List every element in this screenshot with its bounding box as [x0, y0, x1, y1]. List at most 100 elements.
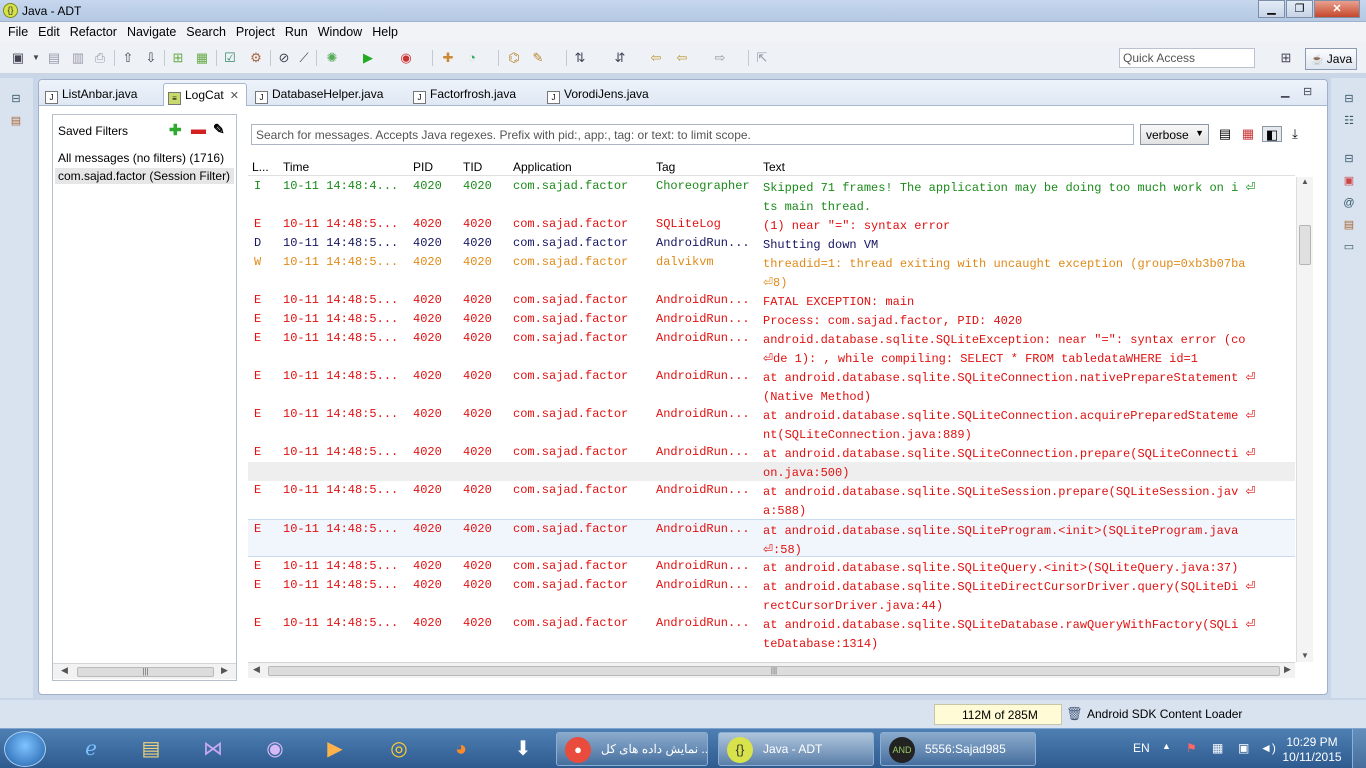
table-row[interactable]: E 10-11 14:48:5... 4020 4020 com.sajad.f…: [248, 443, 1295, 481]
scroll-left-icon[interactable]: ◀: [253, 664, 260, 675]
menu-help[interactable]: Help: [368, 25, 402, 39]
pin-icon[interactable]: ⟋: [296, 50, 312, 66]
save-all-icon[interactable]: ▥: [70, 50, 86, 66]
open-type-icon[interactable]: ⌬: [506, 50, 522, 66]
add-icon[interactable]: ✚: [169, 121, 182, 139]
network-status-icon[interactable]: ▣: [1238, 741, 1249, 755]
scroll-thumb[interactable]: |||: [268, 666, 1280, 676]
problems-icon[interactable]: ▣: [1342, 174, 1356, 188]
menu-run[interactable]: Run: [281, 25, 312, 39]
language-indicator[interactable]: EN: [1133, 741, 1150, 755]
clock[interactable]: 10:29 PM 10/11/2015: [1280, 735, 1344, 765]
tab-logcat[interactable]: ≡ LogCat ✕: [163, 83, 247, 106]
skip-breakpoints-icon[interactable]: ⊘: [276, 50, 292, 66]
quick-access-input[interactable]: Quick Access: [1119, 48, 1255, 68]
restore-icon[interactable]: ⊟: [1342, 92, 1356, 106]
table-row[interactable]: E 10-11 14:48:5... 4020 4020 com.sajad.f…: [248, 557, 1295, 576]
declaration-icon[interactable]: ▤: [1342, 218, 1356, 232]
restore-icon[interactable]: ⊟: [1342, 152, 1356, 166]
table-row[interactable]: E 10-11 14:48:5... 4020 4020 com.sajad.f…: [248, 405, 1295, 443]
table-row[interactable]: E 10-11 14:48:5... 4020 4020 com.sajad.f…: [248, 367, 1295, 405]
tray-expand-icon[interactable]: ▲: [1162, 741, 1171, 751]
close-icon[interactable]: ✕: [230, 90, 239, 102]
tab-listanbar[interactable]: J ListAnbar.java: [45, 83, 137, 106]
eclipse-icon[interactable]: ◉: [250, 732, 300, 766]
chevron-down-icon[interactable]: ▼: [28, 50, 44, 66]
table-row[interactable]: E 10-11 14:48:5... 4020 4020 com.sajad.f…: [248, 329, 1295, 367]
new-class-icon[interactable]: ✚: [440, 50, 456, 66]
menu-search[interactable]: Search: [182, 25, 230, 39]
clear-log-icon[interactable]: ▦: [1240, 126, 1256, 142]
logcat-search-input[interactable]: Search for messages. Accepts Java regexe…: [251, 124, 1134, 145]
external-tools-icon[interactable]: ◉: [398, 50, 414, 66]
new-icon[interactable]: ▣: [10, 50, 26, 66]
save-icon[interactable]: ▤: [46, 50, 62, 66]
col-text[interactable]: Text: [763, 160, 785, 174]
maximize-button[interactable]: ❐: [1286, 0, 1313, 18]
scroll-up-icon[interactable]: ▲: [1301, 177, 1309, 186]
log-level-select[interactable]: verbose ▼: [1140, 124, 1209, 145]
tab-databasehelper[interactable]: J DatabaseHelper.java: [255, 83, 383, 106]
download-manager-icon[interactable]: ⬇: [498, 732, 548, 766]
package-explorer-icon[interactable]: ▤: [9, 114, 23, 128]
taskbar-task-adt[interactable]: {} Java - ADT: [718, 732, 874, 766]
table-row[interactable]: E 10-11 14:48:5... 4020 4020 com.sajad.f…: [248, 291, 1295, 310]
show-desktop-button[interactable]: [1352, 729, 1366, 768]
restore-icon[interactable]: ⊟: [9, 92, 23, 106]
media-app-icon[interactable]: ◎: [374, 732, 424, 766]
search-icon[interactable]: ✎: [530, 50, 546, 66]
menu-file[interactable]: File: [4, 25, 32, 39]
heap-status[interactable]: 112M of 285M: [934, 704, 1062, 725]
table-row[interactable]: E 10-11 14:48:5... 4020 4020 com.sajad.f…: [248, 481, 1295, 519]
col-time[interactable]: Time: [283, 160, 309, 174]
network-icon[interactable]: ▦: [1212, 741, 1223, 755]
avd-manager-icon[interactable]: ▦: [194, 50, 210, 66]
log-vscrollbar[interactable]: ▲ ▼: [1296, 177, 1313, 662]
maximize-icon[interactable]: ⊟: [1303, 85, 1312, 98]
minimize-icon[interactable]: ▁: [1281, 85, 1289, 98]
edit-icon[interactable]: ✎: [213, 121, 225, 138]
firefox-icon[interactable]: ◕: [436, 732, 486, 766]
taskbar-task-chrome[interactable]: ● نمایش داده های کل ...: [556, 732, 708, 766]
lint-icon[interactable]: ⚙: [248, 50, 264, 66]
scroll-thumb[interactable]: |||: [77, 667, 214, 677]
volume-icon[interactable]: ◄): [1260, 741, 1276, 755]
file-explorer-icon[interactable]: ▤: [126, 732, 176, 766]
table-row[interactable]: E 10-11 14:48:5... 4020 4020 com.sajad.f…: [248, 215, 1295, 234]
forward-icon[interactable]: ⇨: [712, 50, 728, 66]
media-player-icon[interactable]: ▶: [310, 732, 360, 766]
menu-navigate[interactable]: Navigate: [123, 25, 180, 39]
java-perspective-button[interactable]: ☕ Java: [1305, 48, 1357, 70]
upload-icon[interactable]: ⇧: [120, 50, 136, 66]
table-row[interactable]: D 10-11 14:48:5... 4020 4020 com.sajad.f…: [248, 234, 1295, 253]
next-annotation-icon[interactable]: ⇵: [612, 50, 628, 66]
table-row[interactable]: E 10-11 14:48:5... 4020 4020 com.sajad.f…: [248, 310, 1295, 329]
checkbox-icon[interactable]: ☑: [222, 50, 238, 66]
internet-explorer-icon[interactable]: ℯ: [66, 732, 116, 766]
javadoc-icon[interactable]: @: [1342, 196, 1356, 210]
action-center-icon[interactable]: ⚑: [1186, 741, 1197, 755]
android-sdk-icon[interactable]: ⊞: [170, 50, 186, 66]
console-icon[interactable]: ▭: [1342, 240, 1356, 254]
menu-window[interactable]: Window: [314, 25, 366, 39]
download-icon[interactable]: ⇩: [143, 50, 159, 66]
close-button[interactable]: ✕: [1314, 0, 1360, 18]
last-edit-icon[interactable]: ⇦: [648, 50, 664, 66]
open-perspective-icon[interactable]: ⊞: [1278, 50, 1294, 66]
toggle-filters-icon[interactable]: ◧: [1262, 126, 1282, 142]
filter-all-messages[interactable]: All messages (no filters) (1716): [58, 151, 224, 165]
new-package-icon[interactable]: ◔: [464, 50, 480, 66]
print-icon[interactable]: ⎙: [92, 50, 108, 66]
start-button[interactable]: [4, 731, 46, 767]
pin-editor-icon[interactable]: ⇱: [754, 50, 770, 66]
run-icon[interactable]: ▶: [360, 50, 376, 66]
menu-edit[interactable]: Edit: [34, 25, 64, 39]
outline-icon[interactable]: ☷: [1342, 114, 1356, 128]
minimize-button[interactable]: ▁: [1258, 0, 1285, 18]
visual-studio-icon[interactable]: ⋈: [188, 732, 238, 766]
tab-vorodijens[interactable]: J VorodiJens.java: [547, 83, 649, 106]
save-icon[interactable]: ▤: [1217, 126, 1233, 142]
taskbar-task-emulator[interactable]: AND 5556:Sajad985: [880, 732, 1036, 766]
annotation-icon[interactable]: ⇅: [572, 50, 588, 66]
progress-job-label[interactable]: Android SDK Content Loader: [1087, 707, 1242, 721]
